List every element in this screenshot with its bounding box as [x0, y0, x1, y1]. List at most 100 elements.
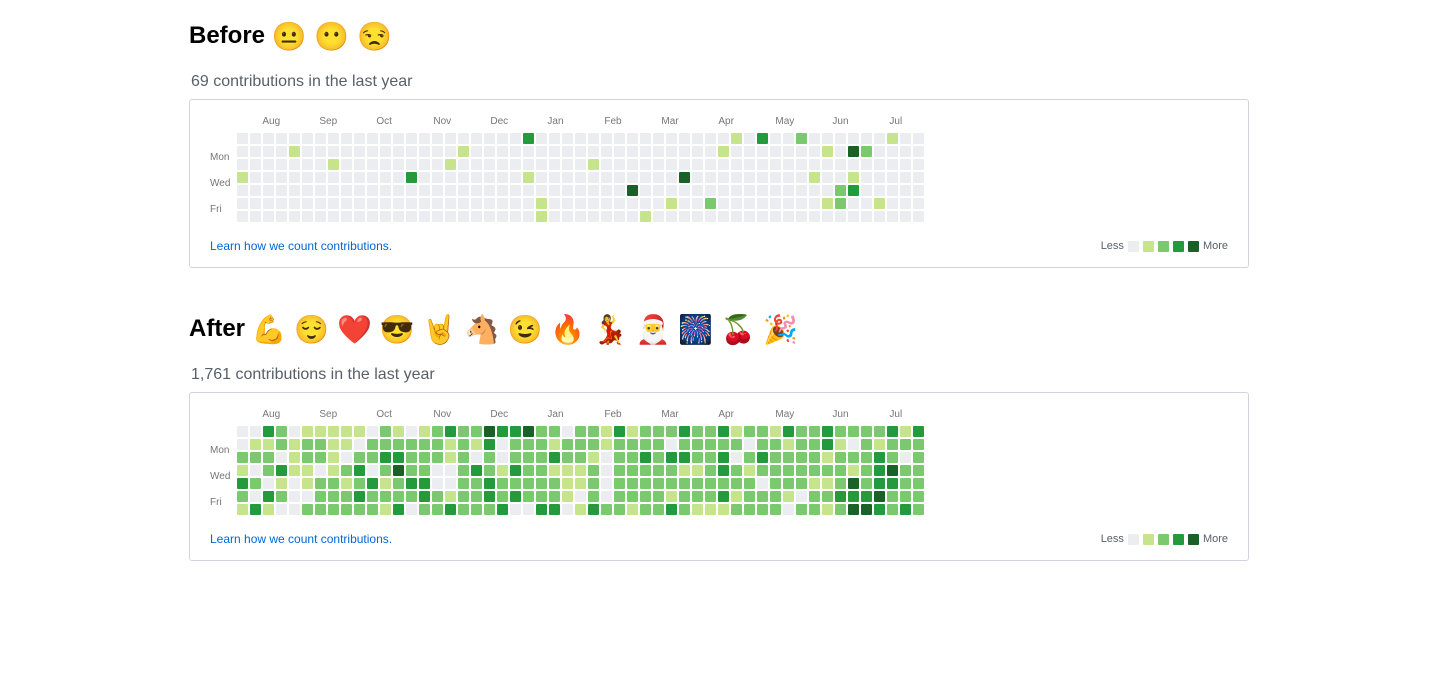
contribution-day[interactable] [354, 439, 365, 450]
contribution-day[interactable] [406, 133, 417, 144]
contribution-day[interactable] [718, 133, 729, 144]
contribution-day[interactable] [900, 198, 911, 209]
contribution-day[interactable] [367, 146, 378, 157]
contribution-day[interactable] [289, 478, 300, 489]
contribution-day[interactable] [367, 452, 378, 463]
contribution-day[interactable] [614, 133, 625, 144]
contribution-day[interactable] [705, 172, 716, 183]
contribution-day[interactable] [783, 465, 794, 476]
contribution-day[interactable] [393, 185, 404, 196]
contribution-day[interactable] [315, 159, 326, 170]
contribution-day[interactable] [913, 439, 924, 450]
contribution-day[interactable] [887, 504, 898, 515]
contribution-day[interactable] [328, 133, 339, 144]
contribution-day[interactable] [861, 198, 872, 209]
contribution-day[interactable] [744, 504, 755, 515]
contribution-day[interactable] [783, 439, 794, 450]
contribution-day[interactable] [731, 478, 742, 489]
contribution-day[interactable] [718, 172, 729, 183]
contribution-day[interactable] [731, 211, 742, 222]
contribution-day[interactable] [523, 452, 534, 463]
contribution-day[interactable] [406, 159, 417, 170]
contribution-day[interactable] [445, 159, 456, 170]
contribution-day[interactable] [341, 198, 352, 209]
contribution-day[interactable] [289, 452, 300, 463]
contribution-day[interactable] [289, 504, 300, 515]
contribution-day[interactable] [458, 491, 469, 502]
contribution-day[interactable] [757, 159, 768, 170]
contribution-day[interactable] [406, 504, 417, 515]
contribution-day[interactable] [796, 211, 807, 222]
contribution-day[interactable] [458, 185, 469, 196]
contribution-day[interactable] [510, 159, 521, 170]
contribution-day[interactable] [237, 198, 248, 209]
contribution-day[interactable] [575, 185, 586, 196]
contribution-day[interactable] [289, 426, 300, 437]
contribution-day[interactable] [809, 133, 820, 144]
contribution-day[interactable] [614, 172, 625, 183]
contribution-day[interactable] [536, 478, 547, 489]
contribution-day[interactable] [562, 146, 573, 157]
contribution-day[interactable] [419, 211, 430, 222]
contribution-day[interactable] [367, 465, 378, 476]
contribution-day[interactable] [471, 478, 482, 489]
contribution-day[interactable] [757, 185, 768, 196]
contribution-day[interactable] [770, 491, 781, 502]
contribution-day[interactable] [380, 133, 391, 144]
contribution-day[interactable] [367, 172, 378, 183]
contribution-day[interactable] [692, 452, 703, 463]
contribution-day[interactable] [289, 185, 300, 196]
contribution-day[interactable] [367, 159, 378, 170]
contribution-day[interactable] [705, 439, 716, 450]
contribution-day[interactable] [653, 478, 664, 489]
contribution-day[interactable] [822, 465, 833, 476]
contribution-day[interactable] [419, 478, 430, 489]
contribution-day[interactable] [471, 426, 482, 437]
contribution-day[interactable] [874, 504, 885, 515]
contribution-day[interactable] [601, 172, 612, 183]
contribution-day[interactable] [354, 185, 365, 196]
contribution-day[interactable] [354, 146, 365, 157]
contribution-day[interactable] [627, 478, 638, 489]
contribution-day[interactable] [705, 146, 716, 157]
contribution-day[interactable] [744, 478, 755, 489]
contribution-day[interactable] [705, 426, 716, 437]
contribution-day[interactable] [653, 159, 664, 170]
contribution-day[interactable] [419, 185, 430, 196]
contribution-day[interactable] [731, 426, 742, 437]
contribution-day[interactable] [497, 146, 508, 157]
contribution-day[interactable] [484, 426, 495, 437]
contribution-day[interactable] [250, 211, 261, 222]
contribution-day[interactable] [874, 185, 885, 196]
contribution-day[interactable] [549, 478, 560, 489]
contribution-day[interactable] [393, 426, 404, 437]
contribution-day[interactable] [263, 491, 274, 502]
contribution-day[interactable] [458, 504, 469, 515]
contribution-day[interactable] [302, 439, 313, 450]
contribution-day[interactable] [445, 504, 456, 515]
contribution-day[interactable] [536, 185, 547, 196]
contribution-day[interactable] [263, 439, 274, 450]
contribution-day[interactable] [484, 133, 495, 144]
contribution-day[interactable] [770, 185, 781, 196]
contribution-day[interactable] [796, 439, 807, 450]
contribution-day[interactable] [614, 465, 625, 476]
contribution-day[interactable] [289, 491, 300, 502]
contribution-day[interactable] [497, 133, 508, 144]
contribution-day[interactable] [471, 452, 482, 463]
contribution-day[interactable] [432, 211, 443, 222]
contribution-day[interactable] [705, 159, 716, 170]
contribution-day[interactable] [757, 439, 768, 450]
contribution-day[interactable] [692, 491, 703, 502]
contribution-day[interactable] [796, 452, 807, 463]
contribution-day[interactable] [367, 439, 378, 450]
contribution-day[interactable] [523, 478, 534, 489]
contribution-day[interactable] [328, 504, 339, 515]
contribution-day[interactable] [419, 439, 430, 450]
contribution-day[interactable] [679, 133, 690, 144]
contribution-day[interactable] [679, 478, 690, 489]
contribution-day[interactable] [549, 133, 560, 144]
contribution-day[interactable] [822, 211, 833, 222]
contribution-day[interactable] [744, 172, 755, 183]
contribution-day[interactable] [484, 172, 495, 183]
